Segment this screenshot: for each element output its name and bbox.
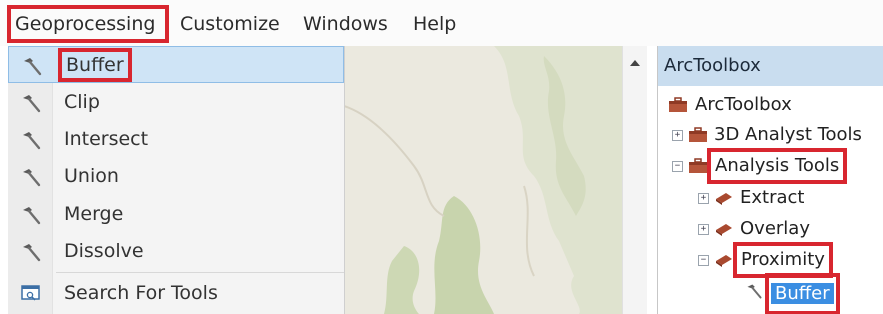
hammer-icon (747, 284, 762, 299)
tree-node-label: 3D Analyst Tools (714, 124, 862, 145)
menu-windows[interactable]: Windows (303, 9, 388, 39)
menu-item-merge[interactable]: Merge (8, 196, 344, 233)
geoprocessing-dropdown-menu: Buffer Clip Intersect Union Merge Dissol… (8, 46, 345, 314)
scroll-up-arrow-icon[interactable] (630, 60, 640, 66)
collapse-icon[interactable]: − (698, 255, 709, 266)
tree-node-label: Proximity (733, 242, 833, 278)
menu-item-clip[interactable]: Clip (8, 84, 344, 121)
arctoolbox-panel: ArcToolbox ArcToolbox + 3D Analyst Tools… (657, 46, 883, 314)
hammer-icon (23, 95, 41, 113)
toolset-icon (716, 193, 732, 205)
hammer-icon (23, 244, 41, 262)
toolset-icon (716, 224, 732, 236)
menu-geoprocessing[interactable]: Geoprocessing (7, 5, 169, 43)
menu-item-buffer[interactable]: Buffer (8, 46, 344, 83)
toolbox-icon (669, 97, 687, 112)
hammer-icon (23, 207, 41, 225)
menu-help[interactable]: Help (413, 9, 456, 39)
menu-item-label: Clip (64, 91, 100, 113)
hammer-icon (23, 169, 41, 187)
tree-node-label: Buffer (771, 283, 834, 304)
menu-item-label: Union (64, 165, 119, 187)
menu-item-label: Search For Tools (64, 282, 218, 304)
terrain-map-image (344, 46, 622, 314)
toolbox-icon (689, 127, 707, 142)
menu-item-intersect[interactable]: Intersect (8, 121, 344, 158)
menu-item-search-for-tools[interactable]: Search For Tools (8, 275, 344, 312)
search-window-icon (21, 285, 40, 301)
tree-node-label: ArcToolbox (695, 94, 792, 115)
tree-node-label: Overlay (740, 218, 810, 239)
hammer-icon (24, 58, 42, 76)
expand-icon[interactable]: + (698, 193, 709, 204)
tree-node-label: Analysis Tools (706, 148, 848, 184)
map-view[interactable] (344, 46, 622, 314)
menu-item-label: Buffer (58, 48, 132, 82)
collapse-icon[interactable]: − (672, 161, 683, 172)
expand-icon[interactable]: + (672, 130, 683, 141)
expand-icon[interactable]: + (698, 224, 709, 235)
menu-item-label: Dissolve (64, 240, 144, 262)
toolbox-icon (689, 158, 707, 173)
tree-node-label: Extract (740, 187, 805, 208)
menu-item-dissolve[interactable]: Dissolve (8, 233, 344, 270)
arctoolbox-title: ArcToolbox (658, 46, 883, 86)
toolset-icon (716, 255, 732, 267)
map-vertical-scrollbar[interactable] (622, 46, 647, 314)
menu-customize[interactable]: Customize (180, 9, 280, 39)
menu-item-label: Intersect (64, 128, 149, 150)
menu-item-label: Merge (64, 203, 124, 225)
menu-item-union[interactable]: Union (8, 158, 344, 195)
hammer-icon (23, 132, 41, 150)
menu-separator (56, 272, 344, 273)
menu-bar: Geoprocessing Customize Windows Help (0, 0, 883, 46)
